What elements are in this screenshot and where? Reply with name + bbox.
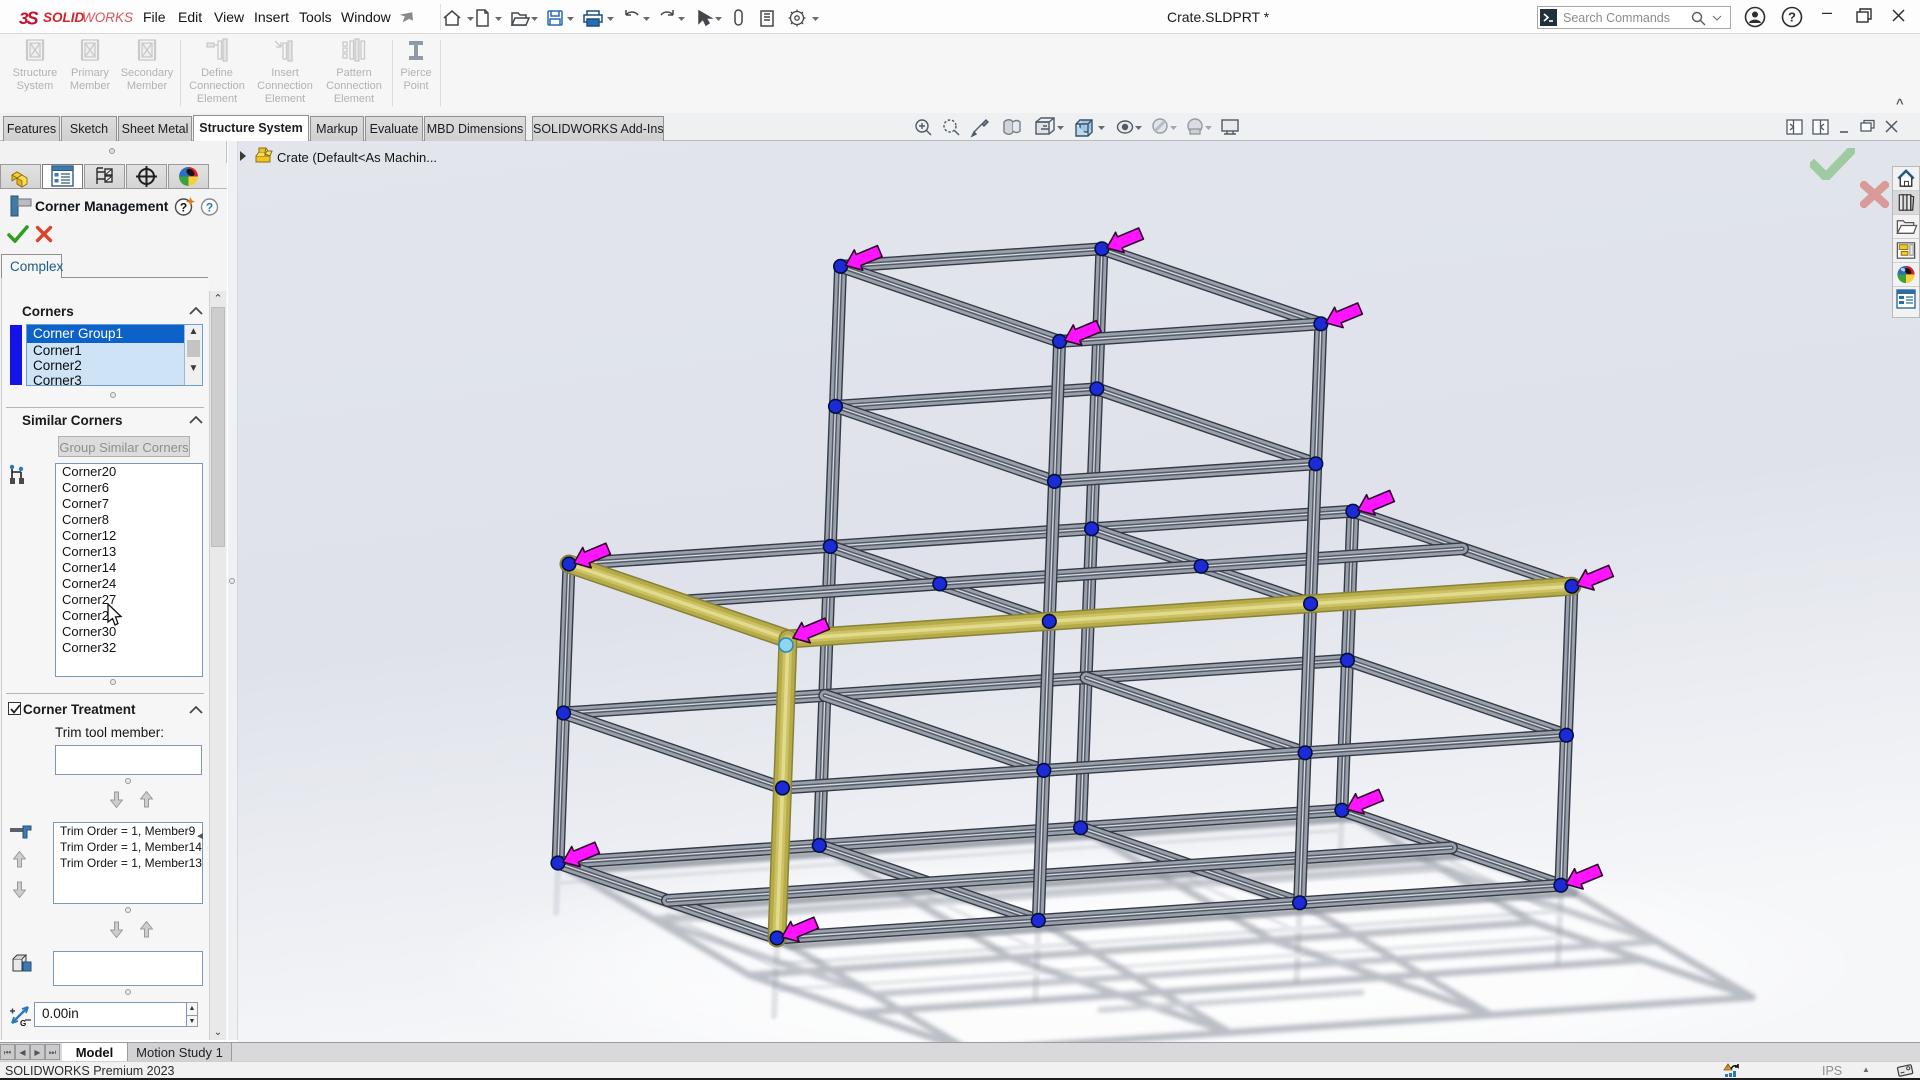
svg-text:?: ? — [180, 201, 187, 215]
svg-text:WORKS: WORKS — [82, 10, 133, 25]
svg-text:G: G — [20, 1019, 26, 1027]
svg-text:!: ! — [1727, 1066, 1728, 1072]
svg-text:?: ? — [1788, 10, 1796, 25]
svg-text:?: ? — [206, 201, 213, 215]
svg-text:SOLID: SOLID — [43, 10, 85, 25]
svg-text:S: S — [27, 9, 39, 29]
